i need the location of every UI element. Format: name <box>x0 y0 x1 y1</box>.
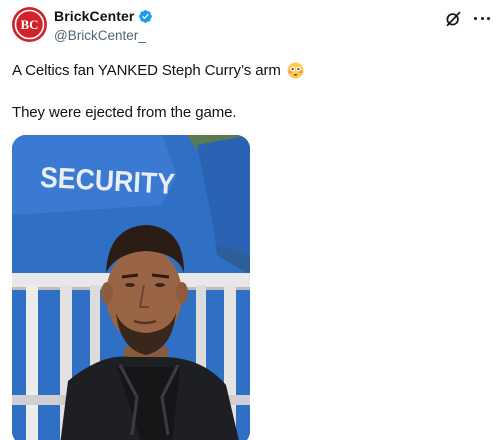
tweet-card: BC BrickCenter @BrickCenter_ A Celtics f… <box>0 0 500 440</box>
tweet-text-1: A Celtics fan YANKED Steph Curry’s arm <box>12 62 281 79</box>
grok-icon[interactable] <box>445 10 462 27</box>
author-display-name[interactable]: BrickCenter <box>54 8 134 24</box>
video-thumbnail[interactable]: SECURITY <box>12 135 250 440</box>
more-icon[interactable] <box>472 10 492 26</box>
avatar-text: BC <box>20 17 38 32</box>
author-name-row: BrickCenter <box>54 8 153 24</box>
brickcenter-logo-icon: BC <box>14 9 45 40</box>
flushed-face-icon <box>287 62 304 79</box>
tweet-text-line-2: They were ejected from the game. <box>12 104 237 121</box>
tweet-text-line-1: A Celtics fan YANKED Steph Curry’s arm <box>12 62 304 79</box>
avatar[interactable]: BC <box>12 7 47 42</box>
author-handle[interactable]: @BrickCenter_ <box>54 28 146 43</box>
verified-badge-icon <box>139 9 153 23</box>
